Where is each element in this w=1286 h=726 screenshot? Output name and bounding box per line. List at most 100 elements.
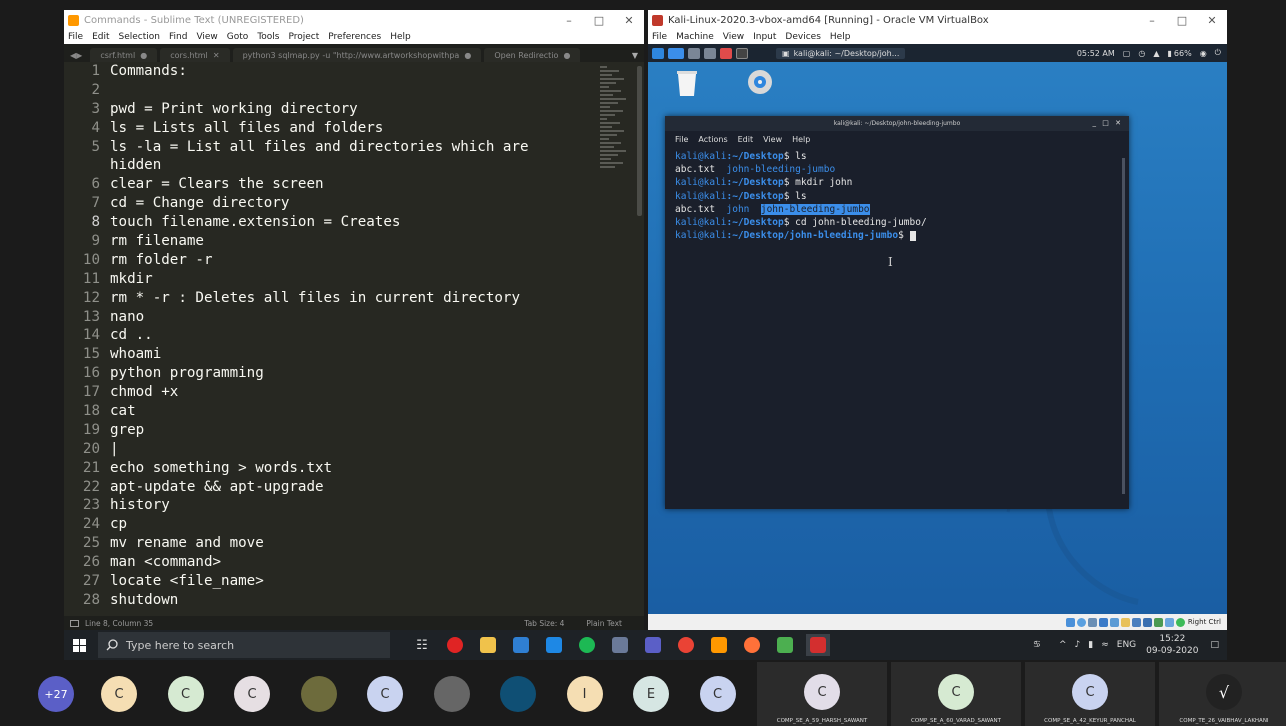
participant-tile[interactable]: √ COMP_TE_26_VAIBHAV_LAKHANI bbox=[1159, 662, 1286, 726]
menu-selection[interactable]: Selection bbox=[119, 32, 160, 42]
editor-line[interactable]: 5 ls -la = List all files and directories… bbox=[64, 138, 644, 157]
wifi-icon[interactable]: ≈ bbox=[1101, 640, 1109, 650]
terminal-menu-file[interactable]: File bbox=[675, 135, 688, 144]
tab-size-indicator[interactable]: Tab Size: 4 bbox=[524, 619, 564, 628]
input-language[interactable]: ENG bbox=[1117, 640, 1136, 650]
people-icon[interactable]: ♋ bbox=[1033, 640, 1041, 650]
participant-avatar[interactable]: E bbox=[633, 676, 669, 712]
editor-line[interactable]: 21 echo something > words.txt bbox=[64, 459, 644, 478]
terminal-menu-edit[interactable]: Edit bbox=[738, 135, 754, 144]
participant-avatar[interactable]: I bbox=[566, 676, 603, 712]
editor-line[interactable]: 23 history bbox=[64, 496, 644, 515]
tab-list-dropdown-icon[interactable]: ▼ bbox=[632, 48, 638, 62]
terminal-launcher-icon[interactable] bbox=[736, 47, 748, 59]
vbox-menu-machine[interactable]: Machine bbox=[676, 32, 714, 42]
participant-avatar[interactable]: C bbox=[699, 676, 736, 712]
menu-tools[interactable]: Tools bbox=[257, 32, 279, 42]
menu-help[interactable]: Help bbox=[390, 32, 411, 42]
participant-avatar[interactable] bbox=[433, 676, 470, 712]
menu-file[interactable]: File bbox=[68, 32, 83, 42]
editor-line[interactable]: 24 cp bbox=[64, 515, 644, 534]
vbox-menu-file[interactable]: File bbox=[652, 32, 667, 42]
tab-open-redirection[interactable]: Open Redirectio ● bbox=[484, 48, 581, 62]
editor-line[interactable]: 7 cd = Change directory bbox=[64, 194, 644, 213]
sublime-taskbar-icon[interactable] bbox=[707, 634, 731, 656]
vbox-menu-help[interactable]: Help bbox=[830, 32, 851, 42]
tab-close-icon[interactable]: ✕ bbox=[213, 51, 220, 60]
menu-edit[interactable]: Edit bbox=[92, 32, 109, 42]
participant-avatar[interactable]: C bbox=[167, 676, 204, 712]
virtualbox-vm-icon[interactable] bbox=[806, 634, 830, 656]
video-capture-icon[interactable] bbox=[1142, 617, 1152, 627]
vbox-menu-input[interactable]: Input bbox=[753, 32, 776, 42]
lambda-app-icon[interactable] bbox=[773, 634, 797, 656]
menu-goto[interactable]: Goto bbox=[227, 32, 249, 42]
battery-icon[interactable]: ▮ bbox=[1168, 49, 1172, 58]
vbox-menu-view[interactable]: View bbox=[723, 32, 744, 42]
terminal-minimize-icon[interactable]: _ bbox=[1093, 119, 1099, 127]
chrome-icon[interactable] bbox=[674, 634, 698, 656]
mail-icon[interactable] bbox=[509, 634, 533, 656]
participant-avatar[interactable]: C bbox=[101, 676, 137, 712]
workspace-1-icon[interactable] bbox=[668, 47, 684, 59]
audio-icon[interactable] bbox=[1087, 617, 1097, 627]
kali-menu-icon[interactable] bbox=[652, 47, 664, 59]
editor-line[interactable]: 25 mv rename and move bbox=[64, 534, 644, 553]
editor-line[interactable]: 10 rm folder -r bbox=[64, 251, 644, 270]
menu-view[interactable]: View bbox=[196, 32, 217, 42]
volume-icon[interactable]: ♪ bbox=[1075, 640, 1081, 650]
participant-avatar[interactable] bbox=[300, 676, 337, 712]
display-icon[interactable] bbox=[1131, 617, 1141, 627]
mouse-integration-icon[interactable] bbox=[1164, 617, 1174, 627]
editor-line[interactable]: 20 | bbox=[64, 440, 644, 459]
editor-line[interactable]: hidden bbox=[64, 156, 644, 175]
file-explorer-icon[interactable] bbox=[476, 634, 500, 656]
taskbar-clock[interactable]: 15:22 09-09-2020 bbox=[1146, 633, 1198, 657]
teams-icon[interactable] bbox=[641, 634, 665, 656]
usb-icon[interactable] bbox=[1109, 617, 1119, 627]
optical-drive-icon[interactable] bbox=[1076, 617, 1086, 627]
minimize-button[interactable]: – bbox=[1137, 10, 1167, 30]
kali-clock[interactable]: 05:52 AM bbox=[1077, 49, 1115, 58]
lock-icon[interactable]: ◉ bbox=[1200, 49, 1207, 58]
taskbar-terminal-entry[interactable]: ▣ kali@kali: ~/Desktop/joh... bbox=[776, 47, 906, 59]
terminal-scrollbar[interactable] bbox=[1122, 158, 1125, 494]
editor-line[interactable]: 19 grep bbox=[64, 421, 644, 440]
minimap[interactable] bbox=[600, 66, 634, 176]
editor-line[interactable]: 22 apt-update && apt-upgrade bbox=[64, 478, 644, 497]
tab-nav-arrows-icon[interactable]: ◀▶ bbox=[70, 48, 82, 62]
participant-tile[interactable]: C COMP_SE_A_60_VARAD_SAWANT bbox=[891, 662, 1021, 726]
editor-line[interactable]: 13 nano bbox=[64, 308, 644, 327]
menu-find[interactable]: Find bbox=[169, 32, 187, 42]
participant-tile[interactable]: C COMP_SE_A_42_KEYUR_PANCHAL bbox=[1025, 662, 1155, 726]
network-icon[interactable]: ▢ bbox=[1123, 49, 1131, 58]
terminal-menu-actions[interactable]: Actions bbox=[698, 135, 727, 144]
taskbar-search-box[interactable]: Type here to search bbox=[98, 632, 390, 658]
opera-icon[interactable] bbox=[443, 634, 467, 656]
file-system-icon[interactable] bbox=[746, 68, 774, 96]
terminal-menu-view[interactable]: View bbox=[763, 135, 782, 144]
editor-line[interactable]: 3 pwd = Print working directory bbox=[64, 100, 644, 119]
minimize-button[interactable]: – bbox=[554, 10, 584, 30]
tab-cors[interactable]: cors.html ✕ bbox=[160, 48, 230, 62]
hard-disk-icon[interactable] bbox=[1065, 617, 1075, 627]
tab-dirty-dot-icon[interactable]: ● bbox=[464, 51, 471, 60]
editor-line[interactable]: 8 touch filename.extension = Creates bbox=[64, 213, 644, 232]
editor-line[interactable]: 11 mkdir bbox=[64, 270, 644, 289]
editor-line[interactable]: 16 python programming bbox=[64, 364, 644, 383]
cpu-icon[interactable] bbox=[1153, 617, 1163, 627]
virtualbox-taskbar-icon[interactable] bbox=[608, 634, 632, 656]
workspace-3-icon[interactable] bbox=[704, 47, 716, 59]
panel-toggle-icon[interactable] bbox=[70, 619, 79, 627]
volume-icon[interactable]: ◷ bbox=[1138, 49, 1145, 58]
terminal-close-icon[interactable]: ✕ bbox=[1115, 119, 1123, 127]
terminal-output[interactable]: kali@kali:~/Desktop$ ls abc.txt john-ble… bbox=[665, 147, 1129, 245]
participant-tile[interactable]: C COMP_SE_A_59_HARSH_SAWANT bbox=[757, 662, 887, 726]
editor-line[interactable]: 6 clear = Clears the screen bbox=[64, 175, 644, 194]
workspace-2-icon[interactable] bbox=[688, 47, 700, 59]
participant-avatar[interactable]: C bbox=[367, 676, 403, 712]
participant-avatar[interactable]: C bbox=[234, 676, 270, 712]
editor-line[interactable]: 12 rm * -r : Deletes all files in current… bbox=[64, 289, 644, 308]
editor-line[interactable]: 14 cd .. bbox=[64, 326, 644, 345]
action-center-icon[interactable]: □ bbox=[1210, 640, 1219, 650]
